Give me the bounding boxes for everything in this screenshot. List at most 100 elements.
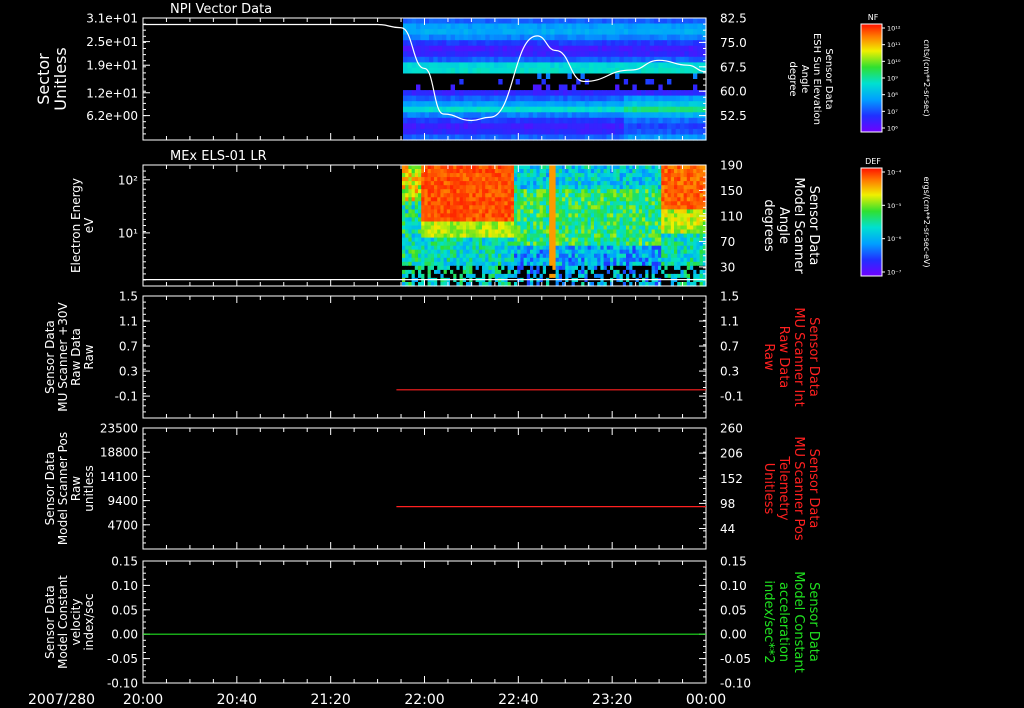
right-axis-label: degrees — [761, 199, 776, 252]
left-axis-label: MU Scanner +30V — [56, 302, 70, 412]
right-tick-label: 110 — [720, 209, 743, 223]
right-axis-label: degree — [787, 61, 798, 96]
left-tick-label: 0.10 — [111, 579, 138, 593]
right-tick-label: 67.5 — [720, 60, 747, 74]
right-axis-label: Sensor Data — [806, 186, 821, 266]
panel-title: NPI Vector Data — [170, 2, 272, 17]
time-tick-label: 20:40 — [217, 692, 257, 708]
left-tick-label: 4700 — [107, 518, 138, 532]
left-tick-label: 1.5 — [119, 290, 138, 304]
right-tick-label: -0.10 — [720, 677, 751, 691]
left-axis-label: Raw Data — [69, 328, 83, 386]
right-tick-label: 0.05 — [720, 603, 747, 617]
left-axis-label: Unitless — [51, 47, 70, 111]
right-tick-label: 206 — [720, 447, 743, 461]
right-tick-label: -0.1 — [720, 390, 743, 404]
time-tick-label: 00:00 — [686, 692, 726, 708]
colorbar-tick-label: 10⁻⁵ — [887, 202, 902, 210]
left-tick-label: 2.5e+01 — [86, 35, 138, 49]
right-axis-label: Telemetry — [776, 455, 791, 520]
left-axis-label: Sensor Data — [43, 452, 57, 526]
right-tick-label: 1.1 — [720, 315, 739, 329]
right-tick-label: -0.05 — [720, 652, 751, 666]
left-tick-label: 10² — [118, 173, 138, 187]
left-axis-label: Electron Energy — [69, 178, 83, 273]
right-tick-label: 30 — [720, 260, 735, 274]
left-axis-label: unitless — [82, 465, 96, 511]
left-axis-label: Sensor Data — [43, 320, 57, 394]
left-axis-label: Model Scanner Pos — [56, 432, 70, 545]
right-axis-label: MU Scanner Pos — [791, 436, 806, 541]
left-axis-label: eV — [82, 217, 96, 233]
right-tick-label: 52.5 — [720, 109, 747, 123]
left-tick-label: 3.1e+01 — [86, 12, 138, 26]
colorbar-tick-label: 10⁷ — [887, 108, 898, 116]
colorbar-unit-label: ergs/(cm**2-sr-sec-eV) — [922, 176, 931, 267]
time-tick-label: 22:40 — [498, 692, 538, 708]
colorbar-2 — [860, 167, 885, 277]
right-tick-label: 70 — [720, 235, 735, 249]
left-tick-label: 0.00 — [111, 628, 138, 642]
time-tick-label: 21:20 — [310, 692, 350, 708]
colorbar-tick-label: 10¹⁰ — [887, 58, 901, 66]
right-axis-label: Sensor Data — [806, 317, 821, 397]
right-tick-label: 0.10 — [720, 579, 747, 593]
right-tick-label: 75.0 — [720, 36, 747, 50]
right-tick-label: 44 — [720, 522, 735, 536]
left-axis-label: Raw — [82, 344, 96, 369]
left-tick-label: -0.10 — [107, 677, 138, 691]
colorbar-label: DEF — [865, 157, 881, 166]
colorbar-tick-label: 10⁸ — [887, 91, 898, 99]
left-tick-label: 0.15 — [111, 555, 138, 569]
left-tick-label: -0.1 — [115, 390, 138, 404]
colorbar-tick-label: 10⁻⁴ — [887, 169, 902, 177]
right-axis-label: Angle — [799, 65, 810, 93]
left-tick-label: 6.2e+00 — [86, 109, 138, 123]
panel-frame — [142, 427, 707, 550]
left-tick-label: 0.3 — [119, 365, 138, 379]
left-axis-label: Raw — [69, 476, 83, 501]
right-tick-label: 0.7 — [720, 340, 739, 354]
right-axis-label: Raw — [761, 343, 776, 371]
colorbar-label: NF — [868, 13, 879, 22]
left-tick-label: 10¹ — [118, 226, 138, 240]
panel-3-axes — [142, 295, 707, 419]
colorbar-tick-label: 10⁻⁷ — [887, 269, 902, 277]
left-tick-label: 1.1 — [119, 315, 138, 329]
colorbar-tick-label: 10¹¹ — [887, 41, 901, 49]
left-tick-label: 18800 — [100, 446, 138, 460]
panel-5-axes — [142, 560, 707, 684]
npi-spectrogram-image — [403, 18, 707, 141]
right-tick-label: 152 — [720, 472, 743, 486]
left-axis-label: velocity — [69, 599, 83, 646]
right-tick-label: 82.5 — [720, 12, 747, 26]
date-label: 2007/280 — [28, 692, 95, 708]
right-axis-label: Sensor Data — [806, 449, 821, 529]
right-axis-label: Sensor Data — [806, 582, 821, 662]
panel-title: MEx ELS-01 LR — [170, 149, 267, 164]
left-tick-label: 0.7 — [119, 340, 138, 354]
right-axis-label: ESH Sun Elevation — [811, 33, 822, 125]
time-tick-label: 23:20 — [592, 692, 632, 708]
left-tick-label: 23500 — [100, 422, 138, 436]
right-tick-label: 190 — [720, 159, 743, 173]
right-tick-label: 260 — [720, 422, 743, 436]
left-tick-label: 9400 — [107, 494, 138, 508]
left-tick-label: 1.2e+01 — [86, 86, 138, 100]
right-axis-label: MU Scanner Int — [791, 307, 806, 406]
right-tick-label: 0.00 — [720, 628, 747, 642]
colorbar-1 — [860, 23, 885, 133]
colorbar-tick-label: 10¹² — [887, 25, 901, 33]
right-axis-label: acceleration — [776, 582, 791, 662]
right-tick-label: 150 — [720, 184, 743, 198]
colorbar-tick-label: 10⁶ — [887, 125, 898, 133]
left-axis-label: Model Constant — [56, 575, 70, 669]
right-axis-label: Sensor Data — [823, 48, 834, 109]
left-tick-label: 14100 — [100, 470, 138, 484]
colorbar-tick-label: 10⁻⁶ — [887, 235, 902, 243]
colorbar-unit-label: cnts/(cm**2-sr-sec) — [922, 39, 931, 116]
panel-frame — [142, 560, 707, 684]
left-axis-label: Sensor Data — [43, 585, 57, 659]
left-tick-label: 1.9e+01 — [86, 59, 138, 73]
left-tick-label: -0.05 — [107, 652, 138, 666]
